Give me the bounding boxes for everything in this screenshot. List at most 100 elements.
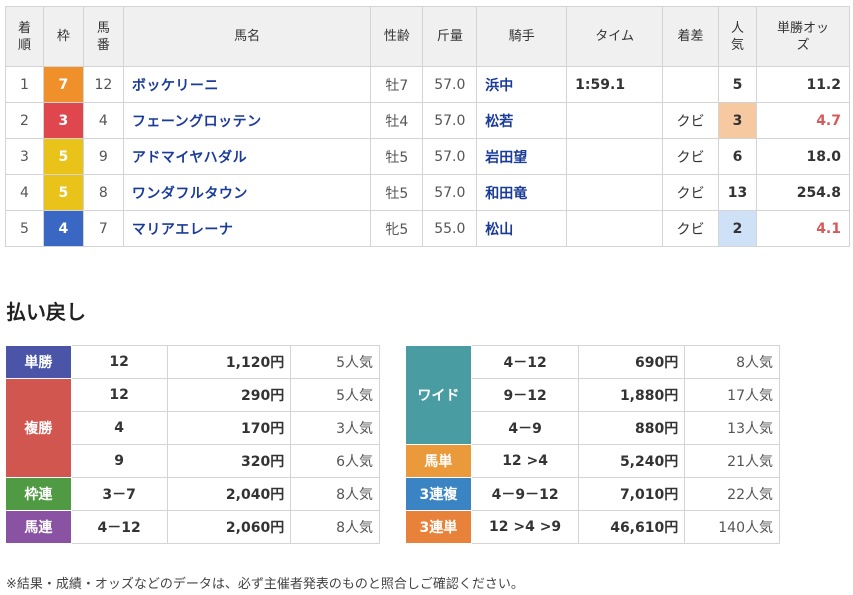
jockey-link[interactable]: 浜中 — [476, 66, 568, 103]
bet-type-label: 枠連 — [5, 477, 72, 511]
payout-popularity-cell: 3人気 — [290, 411, 380, 445]
margin-cell — [662, 66, 720, 103]
combination-cell: 12 — [70, 378, 168, 412]
win-odds-cell: 11.2 — [755, 66, 851, 103]
payout-popularity-cell: 22人気 — [684, 477, 780, 511]
header-rank: 着順 — [5, 6, 44, 67]
jockey-link[interactable]: 岩田望 — [476, 138, 568, 175]
header-horse-name: 馬名 — [122, 6, 372, 67]
bet-type-label: 3連単 — [405, 510, 472, 544]
horse-name-link[interactable]: フェーングロッテン — [122, 102, 372, 139]
sex-age-cell: 牡5 — [370, 138, 424, 175]
win-odds-cell: 4.7 — [755, 102, 851, 139]
payout-amount-cell: 2,060円 — [166, 510, 292, 544]
frame-badge: 5 — [42, 174, 84, 211]
payout-popularity-cell: 6人気 — [290, 444, 380, 478]
time-cell — [566, 138, 664, 175]
payout-amount-cell: 690円 — [578, 345, 686, 379]
bet-type-label: 複勝 — [5, 378, 72, 478]
header-weight: 斤量 — [422, 6, 478, 67]
race-results-table: 着順 枠 馬番 馬名 性齢 斤量 騎手 タイム 着差 人気 単勝オッズ 1 7 12… — [5, 6, 851, 247]
payout-amount-cell: 1,880円 — [578, 378, 686, 412]
sex-age-cell: 牡7 — [370, 66, 424, 103]
payout-popularity-cell: 21人気 — [684, 444, 780, 478]
header-jockey: 騎手 — [476, 6, 568, 67]
payout-amount-cell: 1,120円 — [166, 345, 292, 379]
margin-cell: クビ — [662, 102, 720, 139]
win-odds-cell: 254.8 — [755, 174, 851, 211]
payout-popularity-cell: 5人気 — [290, 345, 380, 379]
sex-age-cell: 牝5 — [370, 210, 424, 247]
payout-row: 馬連 4－12 2,060円 8人気 — [5, 510, 380, 544]
rank-cell: 2 — [5, 102, 44, 139]
header-margin: 着差 — [662, 6, 720, 67]
jockey-link[interactable]: 和田竜 — [476, 174, 568, 211]
header-frame: 枠 — [42, 6, 84, 67]
horse-number-cell: 7 — [82, 210, 124, 247]
margin-cell: クビ — [662, 138, 720, 175]
jockey-link[interactable]: 松山 — [476, 210, 568, 247]
horse-name-link[interactable]: ワンダフルタウン — [122, 174, 372, 211]
payout-table-left: 単勝 12 1,120円 5人気 複勝 12 290円 5人気 4 170円 3人気 9 320円 6人気… — [5, 345, 380, 544]
bet-type-label: 馬単 — [405, 444, 472, 478]
payout-amount-cell: 880円 — [578, 411, 686, 445]
jockey-link[interactable]: 松若 — [476, 102, 568, 139]
horse-number-cell: 4 — [82, 102, 124, 139]
payout-row: 馬単 12 >4 5,240円 21人気 — [405, 444, 780, 478]
payout-row: 単勝 12 1,120円 5人気 — [5, 345, 380, 379]
payout-row: 複勝 12 290円 5人気 — [5, 378, 380, 478]
time-cell — [566, 102, 664, 139]
payout-popularity-cell: 8人気 — [290, 477, 380, 511]
payout-row: ワイド 4－12 690円 8人気 — [405, 345, 780, 445]
weight-cell: 55.0 — [422, 210, 478, 247]
horse-name-link[interactable]: マリアエレーナ — [122, 210, 372, 247]
horse-number-cell: 8 — [82, 174, 124, 211]
time-cell: 1:59.1 — [566, 66, 664, 103]
popularity-cell: 13 — [718, 174, 757, 211]
payout-amount-cell: 290円 — [166, 378, 292, 412]
weight-cell: 57.0 — [422, 174, 478, 211]
payout-amount-cell: 7,010円 — [578, 477, 686, 511]
time-cell — [566, 174, 664, 211]
rank-cell: 5 — [5, 210, 44, 247]
horse-name-link[interactable]: アドマイヤハダル — [122, 138, 372, 175]
combination-cell: 12 >4 >9 — [470, 510, 580, 544]
payout-row: 3連単 12 >4 >9 46,610円 140人気 — [405, 510, 780, 544]
frame-badge: 3 — [42, 102, 84, 139]
payout-popularity-cell: 8人気 — [290, 510, 380, 544]
bet-type-label: 馬連 — [5, 510, 72, 544]
rank-cell: 1 — [5, 66, 44, 103]
payout-row: 枠連 3－7 2,040円 8人気 — [5, 477, 380, 511]
result-row: 5 4 7 マリアエレーナ 牝5 55.0 松山 クビ 2 4.1 — [5, 210, 851, 247]
time-cell — [566, 210, 664, 247]
frame-badge: 7 — [42, 66, 84, 103]
payout-popularity-cell: 140人気 — [684, 510, 780, 544]
weight-cell: 57.0 — [422, 102, 478, 139]
frame-badge: 4 — [42, 210, 84, 247]
bet-type-label: 単勝 — [5, 345, 72, 379]
combination-cell: 4－9－12 — [470, 477, 580, 511]
payout-row: 3連複 4－9－12 7,010円 22人気 — [405, 477, 780, 511]
horse-number-cell: 9 — [82, 138, 124, 175]
combination-cell: 12 — [70, 345, 168, 379]
payout-amount-cell: 5,240円 — [578, 444, 686, 478]
payout-popularity-cell: 8人気 — [684, 345, 780, 379]
horse-name-link[interactable]: ボッケリーニ — [122, 66, 372, 103]
frame-badge: 5 — [42, 138, 84, 175]
result-row: 3 5 9 アドマイヤハダル 牡5 57.0 岩田望 クビ 6 18.0 — [5, 138, 851, 175]
payout-popularity-cell: 17人気 — [684, 378, 780, 412]
combination-cell: 4－12 — [70, 510, 168, 544]
combination-cell: 9 — [70, 444, 168, 478]
combination-cell: 12 >4 — [470, 444, 580, 478]
header-number: 馬番 — [82, 6, 124, 67]
rank-cell: 4 — [5, 174, 44, 211]
payout-amount-cell: 320円 — [166, 444, 292, 478]
header-time: タイム — [566, 6, 664, 67]
combination-cell: 3－7 — [70, 477, 168, 511]
weight-cell: 57.0 — [422, 66, 478, 103]
popularity-cell: 6 — [718, 138, 757, 175]
payout-table-right: ワイド 4－12 690円 8人気 9－12 1,880円 17人気 4－9 880円 13人気馬… — [405, 345, 780, 544]
payout-amount-cell: 170円 — [166, 411, 292, 445]
payout-popularity-cell: 13人気 — [684, 411, 780, 445]
sex-age-cell: 牡5 — [370, 174, 424, 211]
